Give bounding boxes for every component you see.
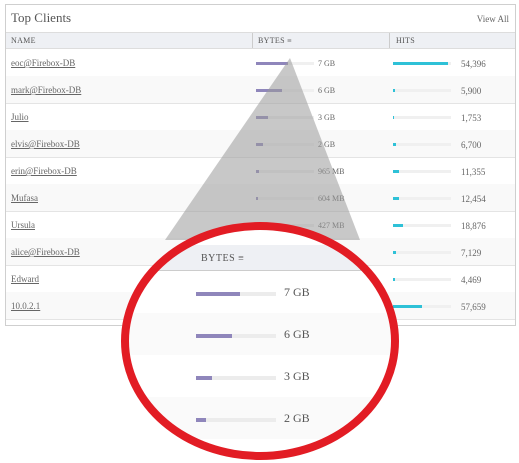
zoom-circle-highlight	[121, 222, 399, 460]
zoom-beam	[165, 58, 360, 240]
